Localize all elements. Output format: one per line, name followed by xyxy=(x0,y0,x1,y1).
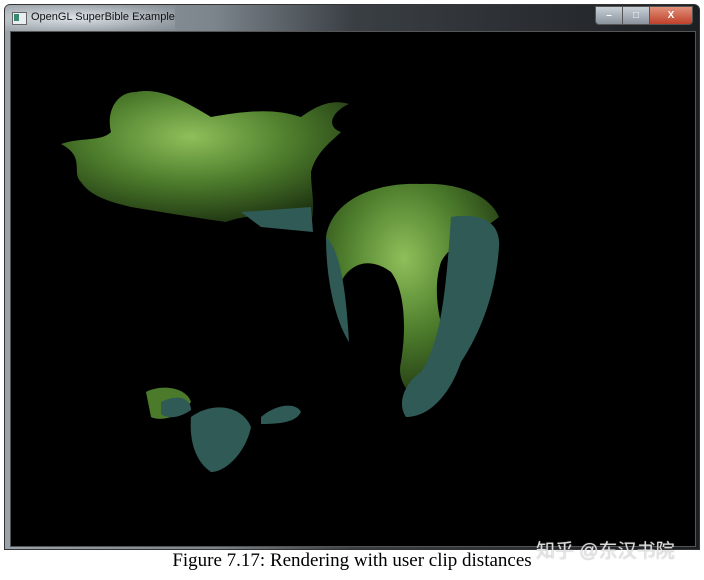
app-window: OpenGL SuperBible Example – □ X xyxy=(4,4,700,550)
window-title: OpenGL SuperBible Example xyxy=(31,11,175,23)
app-icon xyxy=(12,12,27,25)
maximize-button[interactable]: □ xyxy=(623,7,650,24)
dragon-head xyxy=(61,91,349,232)
window-controls: – □ X xyxy=(595,6,693,25)
watermark: 知乎 @东汉书院 xyxy=(536,541,675,562)
close-button[interactable]: X xyxy=(650,7,692,24)
render-viewport[interactable] xyxy=(10,31,696,547)
title-bar[interactable]: OpenGL SuperBible Example – □ X xyxy=(5,5,699,31)
dragon-fragments xyxy=(146,387,301,472)
dragon-body xyxy=(326,183,500,417)
minimize-button[interactable]: – xyxy=(596,7,623,24)
dragon-render xyxy=(61,91,500,472)
